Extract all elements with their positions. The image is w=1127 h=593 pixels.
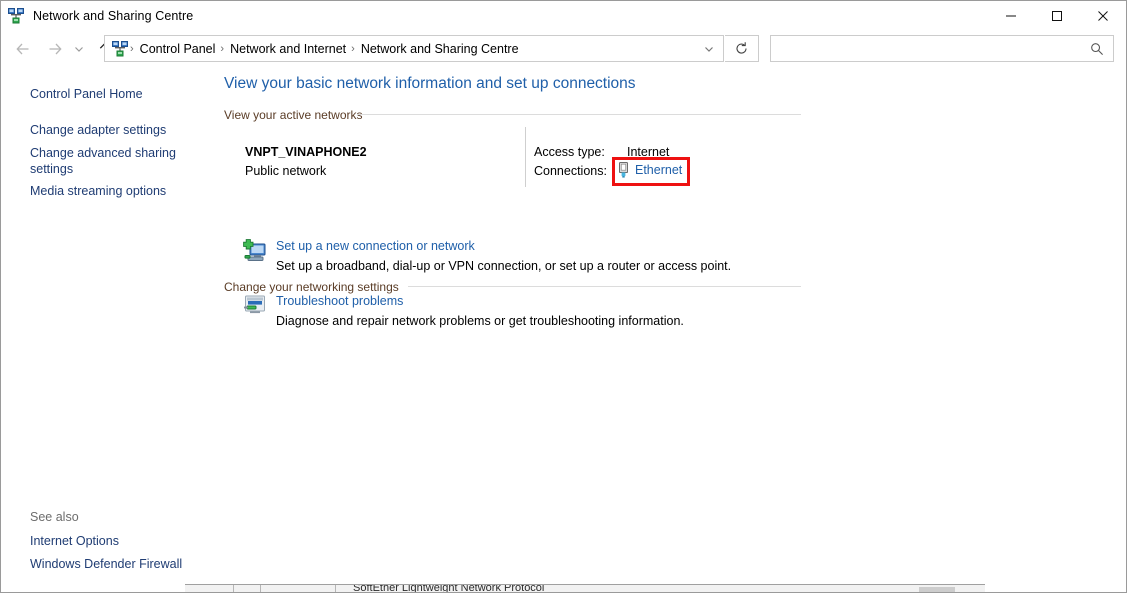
content-area: Control Panel Home Change adapter settin… [1,67,1126,592]
breadcrumb-network-and-internet[interactable]: Network and Internet [225,42,351,56]
network-sharing-centre-window: Network and Sharing Centre › Control Pan… [0,0,1127,593]
address-dropdown-chevron[interactable] [703,36,715,61]
troubleshoot-problems-link[interactable]: Troubleshoot problems [276,294,403,308]
active-networks-heading: View your active networks [224,108,363,122]
sidebar-item-windows-defender-firewall[interactable]: Windows Defender Firewall [30,556,205,572]
address-bar[interactable]: › Control Panel › Network and Internet ›… [104,35,724,62]
setup-new-connection-description: Set up a broadband, dial-up or VPN conne… [276,259,732,273]
forward-arrow[interactable] [42,36,68,62]
network-panel-divider [525,127,526,187]
search-box[interactable] [770,35,1114,62]
back-arrow[interactable] [10,36,36,62]
refresh-button[interactable] [725,35,759,62]
troubleshoot-problems-description: Diagnose and repair network problems or … [276,314,684,328]
sidebar-item-internet-options[interactable]: Internet Options [30,533,205,549]
connection-row[interactable]: Ethernet [618,162,682,178]
setup-new-connection-link[interactable]: Set up a new connection or network [276,239,475,253]
minimize-button[interactable] [988,1,1034,31]
breadcrumb-control-panel[interactable]: Control Panel [135,42,221,56]
connection-link[interactable]: Ethernet [635,163,682,177]
recent-locations-chevron[interactable] [70,36,88,62]
sidebar-item-change-adapter-settings[interactable]: Change adapter settings [30,122,205,138]
search-icon[interactable] [1090,36,1104,61]
connections-label: Connections: [534,164,607,178]
main-pane: View your basic network information and … [216,67,1126,592]
background-window-text: SoftEther Lightweight Network Protocol [353,584,545,593]
maximize-button[interactable] [1034,1,1080,31]
breadcrumb-network-icon [112,40,128,57]
background-window-strip[interactable]: SoftEther Lightweight Network Protocol [185,584,985,593]
networking-settings-rule [408,286,801,287]
title-bar: Network and Sharing Centre [1,1,1126,31]
active-networks-rule [357,114,801,115]
window-controls [988,1,1126,31]
search-input[interactable] [778,38,1078,59]
breadcrumb-network-and-sharing-centre[interactable]: Network and Sharing Centre [356,42,524,56]
ethernet-connector-icon [618,162,629,178]
close-button[interactable] [1080,1,1126,31]
sidebar: Control Panel Home Change adapter settin… [1,67,216,592]
see-also-label: See also [30,510,79,524]
sidebar-item-control-panel-home[interactable]: Control Panel Home [30,86,205,102]
window-title: Network and Sharing Centre [33,9,194,23]
network-type: Public network [245,164,327,178]
network-sharing-icon [8,8,24,24]
network-name: VNPT_VINAPHONE2 [245,145,367,159]
sidebar-item-media-streaming-options[interactable]: Media streaming options [30,183,205,199]
access-type-label: Access type: [534,145,605,159]
new-connection-icon [242,238,268,264]
background-window-scrollbar[interactable] [919,587,955,592]
networking-settings-heading: Change your networking settings [224,280,399,294]
sidebar-item-change-advanced-sharing-settings[interactable]: Change advanced sharing settings [30,145,205,177]
page-title: View your basic network information and … [224,75,636,92]
troubleshoot-icon [242,293,268,319]
